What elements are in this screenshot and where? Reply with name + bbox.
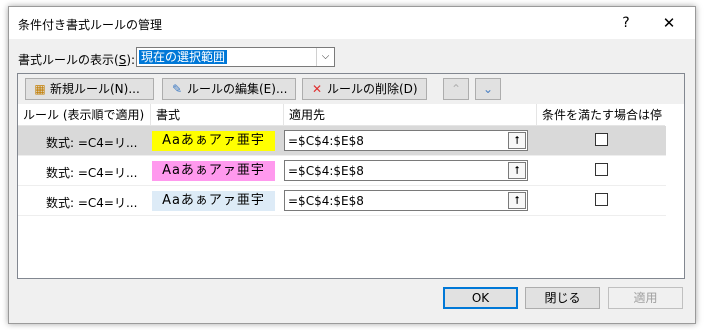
table-row[interactable]: 数式: =C4=リ... Aaあぁアァ亜宇 =$C$4:$E$8 ⭡: [18, 186, 666, 216]
rules-panel: ▦ 新規ルール(N)... ✎ ルールの編集(E)... ✕ ルールの削除(D) ⌃ …: [17, 73, 685, 279]
table-row[interactable]: 数式: =C4=リ... Aaあぁアァ亜宇 =$C$4:$E$8 ⭡: [18, 126, 666, 156]
chevron-down-icon[interactable]: ⌵: [316, 48, 334, 66]
ok-button[interactable]: OK: [443, 287, 518, 309]
scope-selected-value: 現在の選択範囲: [139, 50, 228, 64]
column-header-format: 書式: [151, 104, 284, 126]
scope-dropdown[interactable]: 現在の選択範囲 ⌵: [136, 47, 335, 67]
delete-icon: ✕: [311, 82, 323, 96]
stop-if-true-checkbox[interactable]: [595, 133, 608, 146]
rule-description: 数式: =C4=リ...: [46, 166, 138, 180]
range-select-icon[interactable]: ⭡: [508, 192, 526, 209]
new-rule-button[interactable]: ▦ 新規ルール(N)...: [25, 78, 154, 100]
column-header-applies-to: 適用先: [284, 104, 537, 126]
column-header-rule: ルール (表示順で適用): [18, 104, 151, 126]
close-icon[interactable]: ✕: [655, 12, 683, 34]
chevron-down-icon: ⌄: [482, 82, 494, 96]
rules-toolbar: ▦ 新規ルール(N)... ✎ ルールの編集(E)... ✕ ルールの削除(D) ⌃ …: [18, 74, 684, 104]
column-header-stop-if-true: 条件を満たす場合は停止: [537, 104, 665, 144]
help-button[interactable]: ?: [612, 12, 640, 34]
delete-rule-button[interactable]: ✕ ルールの削除(D): [302, 78, 427, 100]
range-select-icon[interactable]: ⭡: [508, 162, 526, 179]
rule-description: 数式: =C4=リ...: [46, 196, 138, 210]
range-select-icon[interactable]: ⭡: [508, 132, 526, 149]
stop-if-true-checkbox[interactable]: [595, 163, 608, 176]
rule-description: 数式: =C4=リ...: [46, 136, 138, 150]
dialog-title: 条件付き書式ルールの管理: [18, 18, 163, 32]
chevron-up-icon: ⌃: [450, 82, 462, 96]
applies-to-input[interactable]: =$C$4:$E$8 ⭡: [284, 160, 528, 181]
title-bar: 条件付き書式ルールの管理 ? ✕: [9, 7, 695, 39]
move-up-button[interactable]: ⌃: [443, 78, 469, 100]
applies-to-value: =$C$4:$E$8: [288, 164, 364, 178]
applies-to-input[interactable]: =$C$4:$E$8 ⭡: [284, 130, 528, 151]
edit-rule-icon: ✎: [171, 82, 183, 96]
applies-to-input[interactable]: =$C$4:$E$8 ⭡: [284, 190, 528, 211]
format-preview: Aaあぁアァ亜宇: [152, 191, 275, 211]
stop-if-true-checkbox[interactable]: [595, 193, 608, 206]
format-preview: Aaあぁアァ亜宇: [152, 131, 275, 151]
new-rule-icon: ▦: [34, 82, 46, 96]
scope-label: 書式ルールの表示(S):: [18, 53, 136, 67]
edit-rule-button[interactable]: ✎ ルールの編集(E)...: [162, 78, 296, 100]
apply-button[interactable]: 適用: [608, 287, 683, 309]
format-preview: Aaあぁアァ亜宇: [152, 161, 275, 181]
applies-to-value: =$C$4:$E$8: [288, 134, 364, 148]
table-row[interactable]: 数式: =C4=リ... Aaあぁアァ亜宇 =$C$4:$E$8 ⭡: [18, 156, 666, 186]
close-button[interactable]: 閉じる: [525, 287, 600, 309]
conditional-format-dialog: 条件付き書式ルールの管理 ? ✕ 書式ルールの表示(S): 現在の選択範囲 ⌵ …: [8, 6, 696, 324]
list-scrollbar[interactable]: [666, 104, 684, 278]
applies-to-value: =$C$4:$E$8: [288, 194, 364, 208]
move-down-button[interactable]: ⌄: [475, 78, 501, 100]
